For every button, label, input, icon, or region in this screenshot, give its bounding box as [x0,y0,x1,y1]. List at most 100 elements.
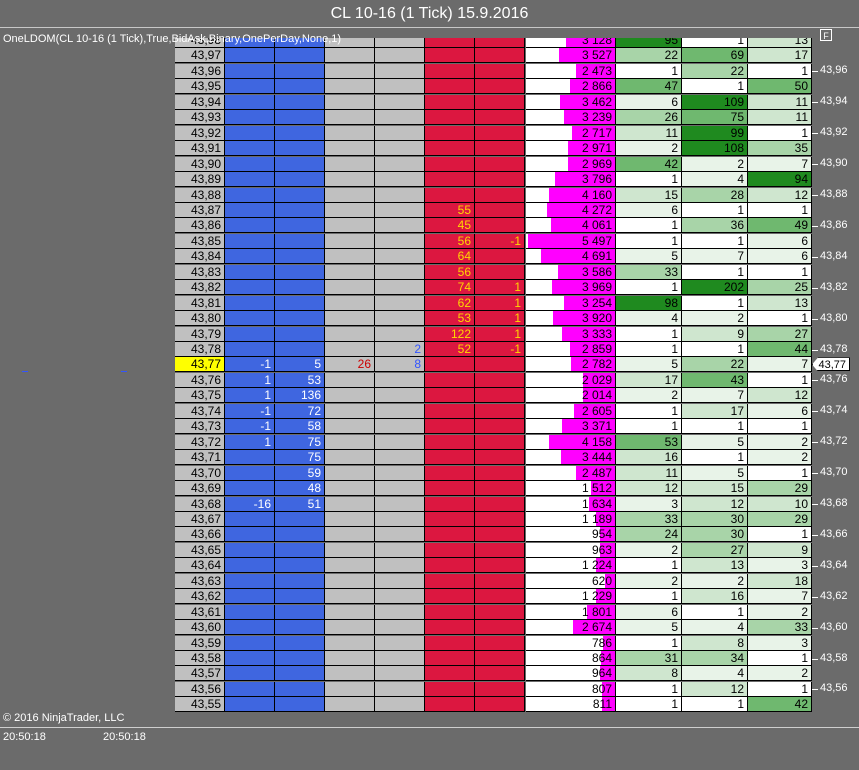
stat-cell-2[interactable]: 108 [682,141,748,157]
volume-cell[interactable]: 1 801 [526,604,616,620]
volume-cell[interactable]: 4 160 [526,187,616,203]
volume-cell[interactable]: 2 674 [526,620,616,636]
stat-cell-2[interactable]: 1 [682,697,748,713]
ask-size-cell[interactable]: 56 [425,264,475,280]
format-button[interactable]: F [820,29,832,41]
volume-cell[interactable]: 4 061 [526,218,616,234]
stat-cell-1[interactable]: 1 [616,681,682,697]
stat-cell-3[interactable]: 1 [748,264,812,280]
traded-ask-cell[interactable] [375,511,425,527]
volume-cell[interactable]: 1 634 [526,496,616,512]
stat-cell-1[interactable]: 22 [616,48,682,64]
bid-size-cell[interactable] [275,187,325,203]
traded-ask-cell[interactable] [375,542,425,558]
ask-size-cell[interactable]: 62 [425,295,475,311]
ask-delta-cell[interactable] [475,156,525,172]
ask-delta-cell[interactable] [475,589,525,605]
ladder-row[interactable]: 43,82 74 1 3 969 1 202 25 [175,280,812,296]
traded-ask-cell[interactable] [375,403,425,419]
ask-delta-cell[interactable] [475,218,525,234]
volume-cell[interactable]: 4 691 [526,249,616,265]
volume-cell[interactable]: 1 224 [526,558,616,574]
ask-delta-cell[interactable] [475,141,525,157]
bid-delta-cell[interactable] [225,604,275,620]
ask-size-cell[interactable]: 122 [425,326,475,342]
stat-cell-3[interactable]: 94 [748,172,812,188]
ask-delta-cell[interactable] [475,419,525,435]
bid-size-cell[interactable] [275,326,325,342]
volume-cell[interactable]: 5 497 [526,233,616,249]
bid-delta-cell[interactable] [225,651,275,666]
ask-delta-cell[interactable] [475,110,525,126]
bid-delta-cell[interactable] [225,218,275,234]
price-cell[interactable]: 43,86 [175,218,225,234]
stat-cell-1[interactable]: 17 [616,372,682,388]
bid-size-cell[interactable] [275,527,325,543]
traded-ask-cell[interactable] [375,450,425,466]
bid-size-cell[interactable] [275,202,325,218]
stat-cell-2[interactable]: 8 [682,635,748,651]
ladder-row[interactable]: 43,69 48 1 512 12 15 29 [175,481,812,497]
traded-bid-cell[interactable] [325,511,375,527]
ladder-row[interactable]: 43,95 2 866 47 1 50 [175,79,812,95]
traded-ask-cell[interactable] [375,697,425,713]
traded-ask-cell[interactable]: 2 [375,342,425,357]
bid-size-cell[interactable] [275,342,325,357]
stat-cell-2[interactable]: 17 [682,403,748,419]
ask-size-cell[interactable] [425,125,475,141]
ask-delta-cell[interactable] [475,465,525,481]
volume-cell[interactable]: 3 371 [526,419,616,435]
ladder-row[interactable]: 43,67 1 189 33 30 29 [175,511,812,527]
bid-size-cell[interactable] [275,264,325,280]
stat-cell-1[interactable]: 31 [616,651,682,666]
bid-delta-cell[interactable] [225,295,275,311]
price-cell[interactable]: 43,64 [175,558,225,574]
stat-cell-1[interactable]: 1 [616,326,682,342]
ask-size-cell[interactable] [425,357,475,373]
bid-size-cell[interactable] [275,697,325,713]
stat-cell-1[interactable]: 6 [616,604,682,620]
traded-ask-cell[interactable] [375,465,425,481]
ask-delta-cell[interactable]: -1 [475,233,525,249]
price-cell[interactable]: 43,85 [175,233,225,249]
traded-ask-cell[interactable] [375,280,425,296]
bid-delta-cell[interactable] [225,172,275,188]
ladder-row[interactable]: 43,58 864 31 34 1 [175,651,812,666]
bid-size-cell[interactable] [275,558,325,574]
ask-size-cell[interactable] [425,172,475,188]
stat-cell-1[interactable]: 1 [616,172,682,188]
stat-cell-1[interactable]: 6 [616,202,682,218]
price-cell[interactable]: 43,79 [175,326,225,342]
traded-ask-cell[interactable] [375,311,425,327]
stat-cell-2[interactable]: 202 [682,280,748,296]
traded-ask-cell[interactable] [375,202,425,218]
ask-size-cell[interactable] [425,63,475,79]
price-cell[interactable]: 43,74 [175,403,225,419]
stat-cell-2[interactable]: 12 [682,681,748,697]
ask-size-cell[interactable] [425,527,475,543]
traded-ask-cell[interactable] [375,326,425,342]
price-cell[interactable]: 43,68 [175,496,225,512]
ask-size-cell[interactable] [425,465,475,481]
stat-cell-3[interactable]: 1 [748,681,812,697]
ask-delta-cell[interactable] [475,542,525,558]
price-cell[interactable]: 43,84 [175,249,225,265]
ladder-row[interactable]: 43,89 3 796 1 4 94 [175,172,812,188]
stat-cell-1[interactable]: 1 [616,635,682,651]
bid-delta-cell[interactable] [225,125,275,141]
ask-size-cell[interactable] [425,79,475,95]
bid-size-cell[interactable]: 53 [275,372,325,388]
volume-cell[interactable]: 3 586 [526,264,616,280]
bid-delta-cell[interactable] [225,527,275,543]
bid-size-cell[interactable]: 48 [275,481,325,497]
stat-cell-3[interactable]: 35 [748,141,812,157]
stat-cell-3[interactable]: 3 [748,558,812,574]
traded-bid-cell[interactable] [325,419,375,435]
stat-cell-3[interactable]: 17 [748,48,812,64]
stat-cell-3[interactable]: 13 [748,295,812,311]
stat-cell-2[interactable]: 30 [682,527,748,543]
stat-cell-2[interactable]: 9 [682,326,748,342]
ask-size-cell[interactable]: 52 [425,342,475,357]
ask-size-cell[interactable] [425,558,475,574]
stat-cell-1[interactable]: 4 [616,311,682,327]
